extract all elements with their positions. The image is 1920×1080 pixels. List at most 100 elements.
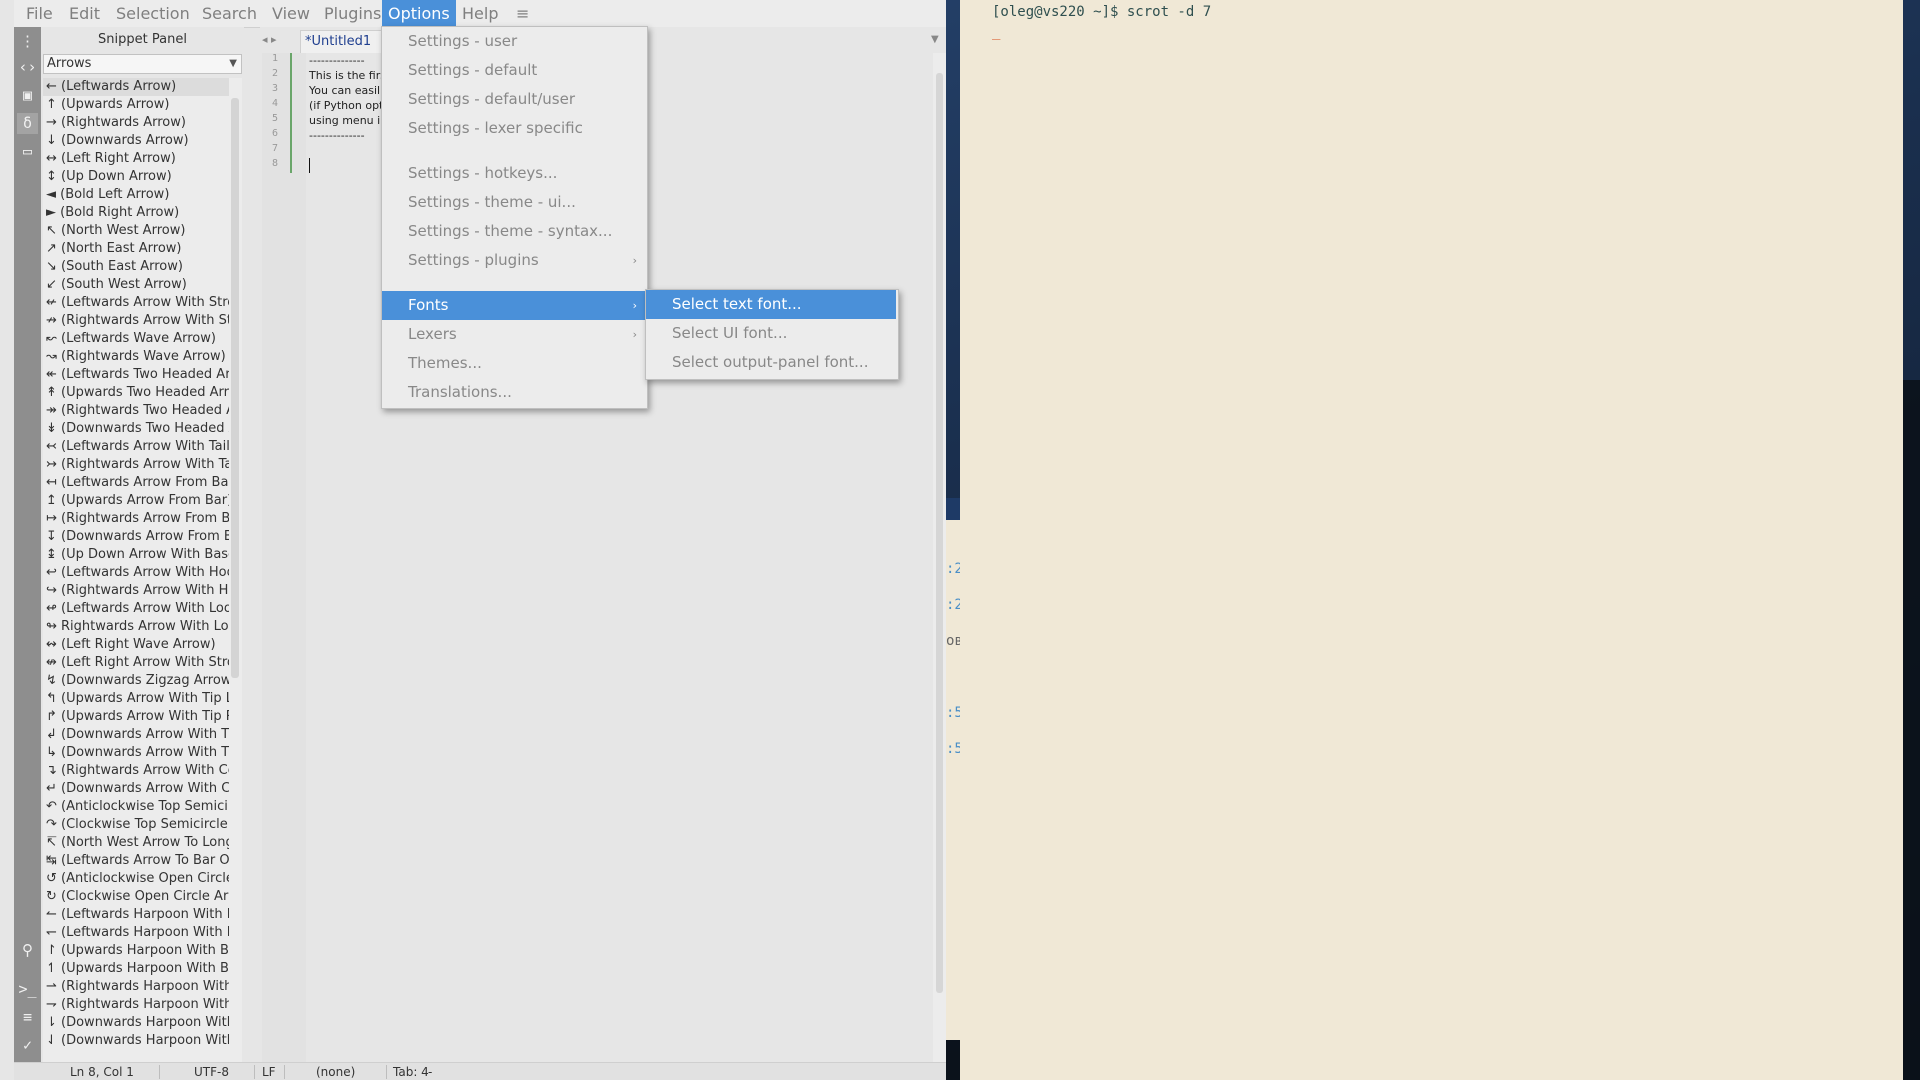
snippet-item[interactable]: ↱ (Upwards Arrow With Tip R xyxy=(43,708,229,726)
snippet-list[interactable]: ← (Leftwards Arrow) ↑ (Upwards Arrow) → (R… xyxy=(43,78,229,1080)
snippet-item[interactable]: ↳ (Downwards Arrow With Ti xyxy=(43,744,229,762)
menu-view[interactable]: View xyxy=(266,0,316,27)
fonts-submenu-item[interactable]: Select text font... xyxy=(646,290,896,319)
options-menu-item[interactable]: Settings - theme - syntax... xyxy=(382,217,645,246)
scrollbar-thumb[interactable] xyxy=(231,98,239,678)
snippet-item[interactable]: ↣ (Rightwards Arrow With Ta xyxy=(43,456,229,474)
options-menu-item[interactable]: Themes... xyxy=(382,349,645,378)
status-cursor-position[interactable]: Ln 8, Col 1 xyxy=(70,1063,134,1080)
options-menu-item[interactable]: Settings - plugins › xyxy=(382,246,645,275)
options-menu-item[interactable]: Lexers › xyxy=(382,320,645,349)
snippet-item[interactable]: ↶ (Anticlockwise Top Semicirc xyxy=(43,798,229,816)
snippet-item[interactable]: ↦ (Rightwards Arrow From Ba xyxy=(43,510,229,528)
snippet-item[interactable]: ↧ (Downwards Arrow From B xyxy=(43,528,229,546)
menu-file[interactable]: File xyxy=(20,0,59,27)
snippet-item[interactable]: ↚ (Leftwards Arrow With Stro xyxy=(43,294,229,312)
snippet-item[interactable]: ↑ (Upwards Arrow) xyxy=(43,96,229,114)
menu-help[interactable]: Help xyxy=(456,0,504,27)
snippet-item[interactable]: ↠ (Rightwards Two Headed A xyxy=(43,402,229,420)
search-icon[interactable]: ⚲ xyxy=(17,940,38,961)
snippet-item[interactable]: ↸ (North West Arrow To Long xyxy=(43,834,229,852)
snippet-item[interactable]: ↪ (Rightwards Arrow With Ho xyxy=(43,582,229,600)
snippet-item[interactable]: ↓ (Downwards Arrow) xyxy=(43,132,229,150)
scrollbar-thumb[interactable] xyxy=(936,73,943,993)
snippet-item[interactable]: ↹ (Leftwards Arrow To Bar Ov xyxy=(43,852,229,870)
list-icon[interactable]: ≡ xyxy=(17,1007,38,1028)
options-menu-item[interactable]: Settings - theme - ui... xyxy=(382,188,645,217)
snippet-item[interactable]: ↬ Rightwards Arrow With Loo xyxy=(43,618,229,636)
more-vertical-icon[interactable]: ⋮ xyxy=(17,31,38,52)
snippet-item[interactable]: ↺ (Anticlockwise Open Circle xyxy=(43,870,229,888)
options-menu-item[interactable]: Translations... xyxy=(382,378,645,407)
snippet-item[interactable]: ↲ (Downwards Arrow With Ti xyxy=(43,726,229,744)
options-menu-item[interactable]: Fonts › xyxy=(382,291,645,320)
snippet-item[interactable]: ↵ (Downwards Arrow With C xyxy=(43,780,229,798)
snippet-item[interactable]: ↜ (Leftwards Wave Arrow) xyxy=(43,330,229,348)
tab-list-dropdown-icon[interactable]: ▼ xyxy=(931,34,939,45)
options-menu-item[interactable]: Settings - default xyxy=(382,56,645,85)
snippet-item[interactable]: ↘ (South East Arrow) xyxy=(43,258,229,276)
snippet-item[interactable]: ↼ (Leftwards Harpoon With B xyxy=(43,906,229,924)
snippet-list-scrollbar[interactable] xyxy=(229,78,242,1080)
snippet-item[interactable]: ↰ (Upwards Arrow With Tip L xyxy=(43,690,229,708)
snippet-item[interactable]: ↛ (Rightwards Arrow With St xyxy=(43,312,229,330)
snippet-item[interactable]: ⇁ (Rightwards Harpoon With xyxy=(43,996,229,1014)
console-icon[interactable]: >_ xyxy=(17,979,38,1000)
snippet-item[interactable]: ↽ (Leftwards Harpoon With B xyxy=(43,924,229,942)
snippet-item[interactable]: ↟ (Upwards Two Headed Arro xyxy=(43,384,229,402)
cube-icon[interactable]: ▣ xyxy=(17,85,38,106)
snippet-item[interactable]: ► (Bold Right Arrow) xyxy=(43,204,229,222)
snippet-item[interactable]: ↗ (North East Arrow) xyxy=(43,240,229,258)
snippet-category-select[interactable]: Arrows ▼ xyxy=(43,54,242,74)
snippet-icon[interactable]: δ xyxy=(17,113,38,134)
status-encoding[interactable]: UTF-8 xyxy=(194,1063,229,1080)
status-line-ending[interactable]: LF xyxy=(262,1063,276,1080)
snippet-item[interactable]: ↝ (Rightwards Wave Arrow) xyxy=(43,348,229,366)
options-menu-item[interactable]: Settings - default/user xyxy=(382,85,645,114)
tab-untitled1[interactable]: *Untitled1 xyxy=(300,30,390,53)
snippet-item[interactable]: ↨ (Up Down Arrow With Base xyxy=(43,546,229,564)
snippet-item[interactable]: ↔ (Left Right Arrow) xyxy=(43,150,229,168)
snippet-item[interactable]: ⇃ (Downwards Harpoon With xyxy=(43,1032,229,1050)
snippet-item[interactable]: ⇂ (Downwards Harpoon With xyxy=(43,1014,229,1032)
snippet-item[interactable]: ↩ (Leftwards Arrow With Hoo xyxy=(43,564,229,582)
snippet-item[interactable]: ↢ (Leftwards Arrow With Tail) xyxy=(43,438,229,456)
menu-options[interactable]: Options xyxy=(382,0,456,27)
status-tab-size[interactable]: Tab: 4 xyxy=(393,1063,429,1080)
menu-hamburger[interactable]: ≡ xyxy=(510,0,535,27)
snippet-item[interactable]: → (Rightwards Arrow) xyxy=(43,114,229,132)
snippet-item[interactable]: ↫ (Leftwards Arrow With Loo xyxy=(43,600,229,618)
snippet-item[interactable]: ↮ (Left Right Arrow With Stro xyxy=(43,654,229,672)
menu-selection[interactable]: Selection xyxy=(110,0,196,27)
snippet-item[interactable]: ← (Leftwards Arrow) xyxy=(43,78,229,96)
options-menu-item[interactable]: Settings - user xyxy=(382,27,645,56)
editor-scrollbar[interactable] xyxy=(933,53,946,1066)
snippet-item[interactable]: ↕ (Up Down Arrow) xyxy=(43,168,229,186)
snippet-item[interactable]: ↤ (Leftwards Arrow From Bar xyxy=(43,474,229,492)
snippet-item[interactable]: ↴ (Rightwards Arrow With Co xyxy=(43,762,229,780)
snippet-item[interactable]: ↾ (Upwards Harpoon With Ba xyxy=(43,942,229,960)
snippet-item[interactable]: ↡ (Downwards Two Headed A xyxy=(43,420,229,438)
fonts-submenu-item[interactable]: Select UI font... xyxy=(646,319,896,348)
tab-scroll-arrows-icon[interactable]: ◂ ▸ xyxy=(262,27,277,53)
menu-edit[interactable]: Edit xyxy=(63,0,106,27)
snippet-item[interactable]: ↷ (Clockwise Top Semicircle A xyxy=(43,816,229,834)
snippet-item[interactable]: ↿ (Upwards Harpoon With Ba xyxy=(43,960,229,978)
menu-search[interactable]: Search xyxy=(196,0,263,27)
fonts-submenu-item[interactable]: Select output-panel font... xyxy=(646,348,896,377)
terminal-window[interactable] xyxy=(960,0,1903,1080)
snippet-item[interactable]: ↥ (Upwards Arrow From Bar) xyxy=(43,492,229,510)
snippet-item[interactable]: ⇀ (Rightwards Harpoon With xyxy=(43,978,229,996)
folder-icon[interactable]: ▭ xyxy=(17,141,38,162)
status-lexer[interactable]: (none) xyxy=(316,1063,355,1080)
menu-plugins[interactable]: Plugins xyxy=(318,0,387,27)
options-menu-item[interactable]: Settings - hotkeys... xyxy=(382,159,645,188)
options-menu-item[interactable]: Settings - lexer specific xyxy=(382,114,645,143)
code-icon[interactable]: ‹› xyxy=(17,57,38,78)
snippet-item[interactable]: ↞ (Leftwards Two Headed Ar xyxy=(43,366,229,384)
snippet-item[interactable]: ↯ (Downwards Zigzag Arrow xyxy=(43,672,229,690)
snippet-item[interactable]: ↭ (Left Right Wave Arrow) xyxy=(43,636,229,654)
check-icon[interactable]: ✓ xyxy=(17,1035,38,1056)
snippet-item[interactable]: ↻ (Clockwise Open Circle Arro xyxy=(43,888,229,906)
snippet-item[interactable]: ↙ (South West Arrow) xyxy=(43,276,229,294)
